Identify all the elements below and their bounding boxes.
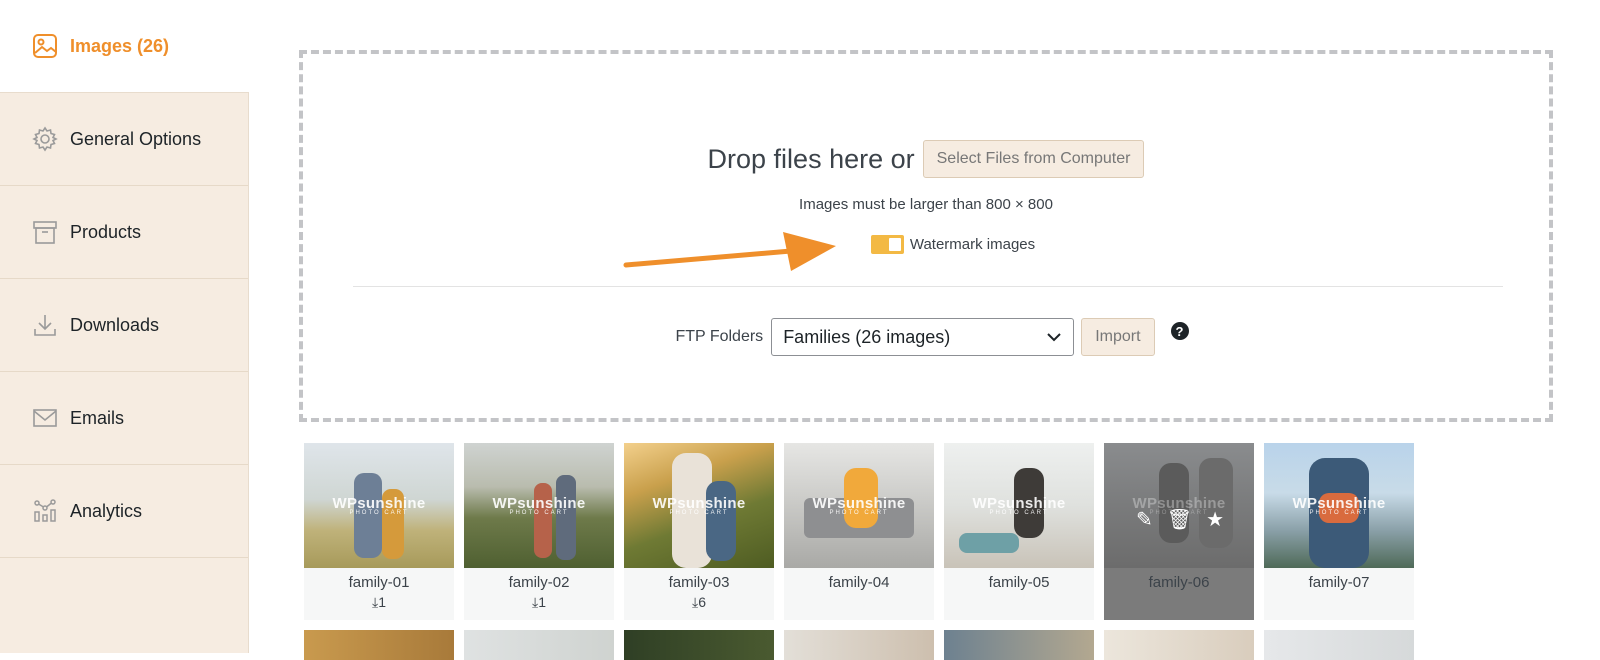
watermark-toggle[interactable]	[870, 235, 904, 254]
image-card[interactable]: WPsunshine PHOTO CART family-04	[784, 443, 934, 620]
analytics-icon	[32, 498, 58, 524]
image-thumbnail[interactable]: WPsunshine PHOTO CART	[1264, 443, 1414, 568]
trash-icon[interactable]: 🗑	[1167, 507, 1192, 532]
import-button[interactable]: Import	[1081, 318, 1155, 356]
watermark-overlay: WPsunshine PHOTO CART	[972, 495, 1066, 516]
image-thumbnail[interactable]: WPsunshine PHOTO CART	[944, 443, 1094, 568]
drop-text: Drop files here or	[707, 143, 915, 174]
image-card[interactable]	[624, 630, 774, 660]
envelope-icon	[32, 405, 58, 431]
image-actions: ✎ 🗑 ★	[1136, 507, 1224, 532]
image-card[interactable]: WPsunshine PHOTO CART family-07	[1264, 443, 1414, 620]
download-count: ⤓6	[692, 594, 706, 610]
watermark-overlay: WPsunshine PHOTO CART	[812, 495, 906, 516]
image-card[interactable]: WPsunshine PHOTO CART family-05	[944, 443, 1094, 620]
photo-figure	[556, 475, 576, 560]
size-hint: Images must be larger than 800 × 800	[799, 196, 1053, 213]
star-icon[interactable]: ★	[1206, 507, 1224, 532]
image-thumbnail[interactable]: WPsunshine PHOTO CART	[304, 443, 454, 568]
image-card[interactable]	[1104, 630, 1254, 660]
sidebar-item-label: Products	[70, 221, 142, 242]
toggle-knob	[888, 238, 901, 251]
chevron-down-icon	[1047, 333, 1061, 342]
image-card[interactable]: WPsunshine PHOTO CART ✎ 🗑 ★ family-06	[1104, 443, 1254, 620]
sidebar-item-emails[interactable]: Emails	[0, 372, 248, 465]
watermark-label: Watermark images	[909, 236, 1036, 253]
help-icon[interactable]: ?	[1170, 322, 1189, 340]
edit-icon[interactable]: ✎	[1136, 507, 1153, 532]
select-files-button[interactable]: Select Files from Computer	[922, 140, 1145, 178]
image-card[interactable]	[464, 630, 614, 660]
sidebar-item-label: General Options	[70, 128, 202, 149]
sidebar-item-downloads[interactable]: Downloads	[0, 279, 248, 372]
image-name: family-07	[1308, 574, 1370, 591]
sidebar-item-label: Downloads	[70, 314, 160, 335]
image-thumbnail[interactable]: WPsunshine PHOTO CART ✎ 🗑 ★	[1104, 443, 1254, 568]
photo-figure	[706, 481, 736, 561]
sidebar-item-label: Analytics	[70, 500, 143, 521]
image-card[interactable]	[784, 630, 934, 660]
watermark-overlay: WPsunshine PHOTO CART	[492, 495, 586, 516]
ftp-folder-select[interactable]: Families (26 images)	[771, 318, 1075, 356]
image-thumbnail[interactable]: WPsunshine PHOTO CART	[784, 443, 934, 568]
image-name: family-06	[1148, 574, 1210, 591]
sidebar-item-label: Images (26)	[70, 35, 170, 56]
sidebar: Images (26) General Options Products Dow…	[0, 0, 249, 653]
sidebar-item-products[interactable]: Products	[0, 186, 248, 279]
ftp-folder-value: Families (26 images)	[783, 326, 951, 347]
image-card[interactable]: WPsunshine PHOTO CART family-03 ⤓6	[624, 443, 774, 620]
photo-figure	[959, 533, 1019, 553]
watermark-overlay: WPsunshine PHOTO CART	[332, 495, 426, 516]
image-icon	[32, 33, 58, 59]
sidebar-item-general-options[interactable]: General Options	[0, 93, 248, 186]
sidebar-item-label: Emails	[70, 407, 125, 428]
watermark-row: Watermark images	[303, 235, 1549, 254]
image-card[interactable]: WPsunshine PHOTO CART family-02 ⤓1	[464, 443, 614, 620]
download-count: ⤓1	[532, 594, 546, 610]
download-icon	[32, 312, 58, 338]
ftp-row: FTP Folders Families (26 images) Import …	[303, 318, 1549, 356]
upload-dropzone[interactable]: Drop files here or Select Files from Com…	[299, 50, 1553, 422]
divider	[353, 286, 1503, 287]
sidebar-list: General Options Products Downloads Email…	[0, 92, 249, 653]
gear-icon	[32, 126, 58, 152]
download-count: ⤓1	[372, 594, 386, 610]
archive-box-icon	[32, 219, 58, 245]
image-card[interactable]	[944, 630, 1094, 660]
ftp-folders-label: FTP Folders	[675, 328, 764, 345]
image-card[interactable]	[304, 630, 454, 660]
watermark-overlay: WPsunshine PHOTO CART	[652, 495, 746, 516]
image-thumbnail[interactable]: WPsunshine PHOTO CART	[464, 443, 614, 568]
image-card[interactable]: WPsunshine PHOTO CART family-01 ⤓1	[304, 443, 454, 620]
sidebar-item-analytics[interactable]: Analytics	[0, 465, 248, 558]
image-name: family-05	[988, 574, 1050, 591]
sidebar-item-images[interactable]: Images (26)	[0, 0, 249, 92]
watermark-overlay: WPsunshine PHOTO CART	[1292, 495, 1386, 516]
image-name: family-04	[828, 574, 890, 591]
image-card[interactable]	[1264, 630, 1414, 660]
image-thumbnail[interactable]: WPsunshine PHOTO CART	[624, 443, 774, 568]
drop-row: Drop files here or Select Files from Com…	[303, 140, 1549, 178]
